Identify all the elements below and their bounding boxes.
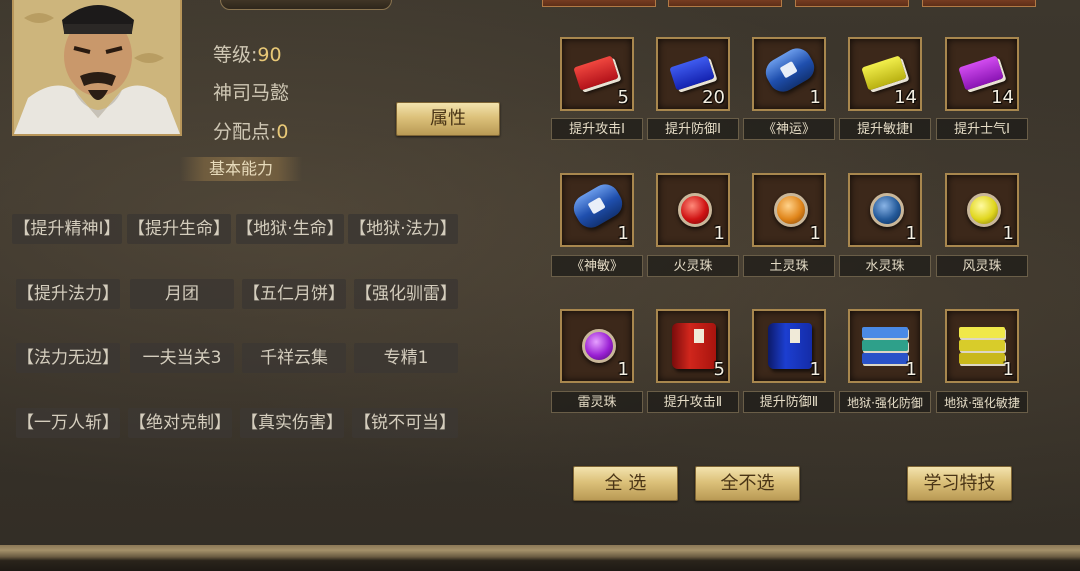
item-slot[interactable]: 20 — [656, 37, 730, 111]
item-count: 1 — [809, 223, 821, 244]
item-count: 1 — [617, 359, 629, 380]
red-tome-icon — [672, 323, 716, 369]
general-portrait — [14, 0, 180, 134]
learn-skill-button[interactable]: 学习特技 — [907, 466, 1012, 501]
item-count: 1 — [1002, 359, 1014, 380]
item-count: 1 — [905, 359, 917, 380]
item-count: 1 — [809, 359, 821, 380]
skill-item[interactable]: 【强化驯雷】 — [354, 279, 458, 309]
item-count: 5 — [617, 87, 629, 108]
item-label: 提升防御Ⅱ — [743, 391, 835, 413]
blue-orb-icon — [870, 193, 904, 227]
item-count: 1 — [617, 223, 629, 244]
select-all-button[interactable]: 全 选 — [573, 466, 678, 501]
item-slot[interactable]: 1 — [945, 309, 1019, 383]
item-label: 火灵珠 — [647, 255, 739, 277]
avatar — [12, 0, 182, 136]
skill-item[interactable]: 千祥云集 — [242, 343, 346, 373]
red-book-icon — [573, 55, 619, 91]
deselect-all-button[interactable]: 全不选 — [695, 466, 800, 501]
character-title: 神司马懿 — [213, 82, 290, 104]
points-value: 0 — [276, 121, 289, 143]
skill-item[interactable]: 【地狱·生命】 — [236, 214, 344, 244]
skill-item[interactable]: 【五仁月饼】 — [242, 279, 346, 309]
item-label: 提升士气Ⅰ — [936, 118, 1028, 140]
item-count: 1 — [905, 223, 917, 244]
skill-item[interactable]: 【提升精神Ⅰ】 — [12, 214, 122, 244]
skill-item[interactable]: 一夫当关3 — [130, 343, 234, 373]
name-plate — [220, 0, 392, 10]
points-label: 分配点: — [213, 121, 277, 143]
item-slot[interactable]: 1 — [560, 309, 634, 383]
tab-4[interactable] — [922, 0, 1036, 7]
item-count: 14 — [991, 87, 1014, 108]
item-slot[interactable]: 1 — [945, 173, 1019, 247]
tab-1[interactable] — [542, 0, 656, 7]
item-label: 《神敏》 — [551, 255, 643, 277]
item-label: 提升敏捷Ⅰ — [839, 118, 931, 140]
purple-orb-icon — [582, 329, 616, 363]
blue-book-icon — [669, 55, 715, 91]
yellow-book-stack-icon — [959, 327, 1007, 367]
item-label: 土灵珠 — [743, 255, 835, 277]
item-count: 1 — [713, 223, 725, 244]
skill-item[interactable]: 【锐不可当】 — [352, 408, 458, 438]
item-label: 提升攻击Ⅰ — [551, 118, 643, 140]
skill-item[interactable]: 月团 — [130, 279, 234, 309]
item-slot[interactable]: 14 — [848, 37, 922, 111]
skill-item[interactable]: 专精1 — [354, 343, 458, 373]
blue-tome-icon — [768, 323, 812, 369]
item-count: 20 — [702, 87, 725, 108]
item-count: 1 — [809, 87, 821, 108]
item-slot[interactable]: 1 — [752, 173, 826, 247]
item-slot[interactable]: 1 — [848, 309, 922, 383]
item-label: 提升防御Ⅰ — [647, 118, 739, 140]
item-slot[interactable]: 1 — [752, 37, 826, 111]
yellow-book-icon — [861, 55, 907, 91]
tab-2[interactable] — [668, 0, 782, 7]
skill-item[interactable]: 【法力无边】 — [16, 343, 120, 373]
tab-3[interactable] — [795, 0, 909, 7]
orange-orb-icon — [774, 193, 808, 227]
item-label: 地狱·强化敏捷 — [936, 391, 1028, 413]
blue-book-stack-icon — [862, 327, 910, 367]
item-slot[interactable]: 1 — [848, 173, 922, 247]
bottom-frame — [0, 545, 1080, 571]
item-slot[interactable]: 1 — [560, 173, 634, 247]
item-slot[interactable]: 14 — [945, 37, 1019, 111]
red-orb-icon — [678, 193, 712, 227]
item-label: 提升攻击Ⅱ — [647, 391, 739, 413]
skill-item[interactable]: 【一万人斩】 — [16, 408, 120, 438]
item-count: 1 — [1002, 223, 1014, 244]
level-label: 等级: — [213, 44, 258, 66]
item-label: 《神运》 — [743, 118, 835, 140]
skill-item[interactable]: 【提升法力】 — [16, 279, 120, 309]
item-slot[interactable]: 5 — [656, 309, 730, 383]
attributes-button[interactable]: 属性 — [396, 102, 500, 136]
skill-item[interactable]: 【提升生命】 — [127, 214, 231, 244]
item-slot[interactable]: 1 — [752, 309, 826, 383]
item-count: 5 — [713, 359, 725, 380]
item-count: 14 — [894, 87, 917, 108]
level-value: 90 — [257, 44, 282, 66]
item-label: 雷灵珠 — [551, 391, 643, 413]
points-row: 分配点:0 — [213, 117, 289, 144]
item-slot[interactable]: 1 — [656, 173, 730, 247]
item-label: 地狱·强化防御 — [839, 391, 931, 413]
section-title-basic-abilities: 基本能力 — [180, 157, 302, 181]
item-label: 水灵珠 — [839, 255, 931, 277]
skill-item[interactable]: 【绝对克制】 — [128, 408, 232, 438]
skill-item[interactable]: 【真实伤害】 — [240, 408, 344, 438]
item-label: 风灵珠 — [936, 255, 1028, 277]
yellow-orb-icon — [967, 193, 1001, 227]
skill-item[interactable]: 【地狱·法力】 — [348, 214, 458, 244]
level-row: 等级:90 — [213, 40, 282, 67]
purple-book-icon — [958, 55, 1004, 91]
item-slot[interactable]: 5 — [560, 37, 634, 111]
